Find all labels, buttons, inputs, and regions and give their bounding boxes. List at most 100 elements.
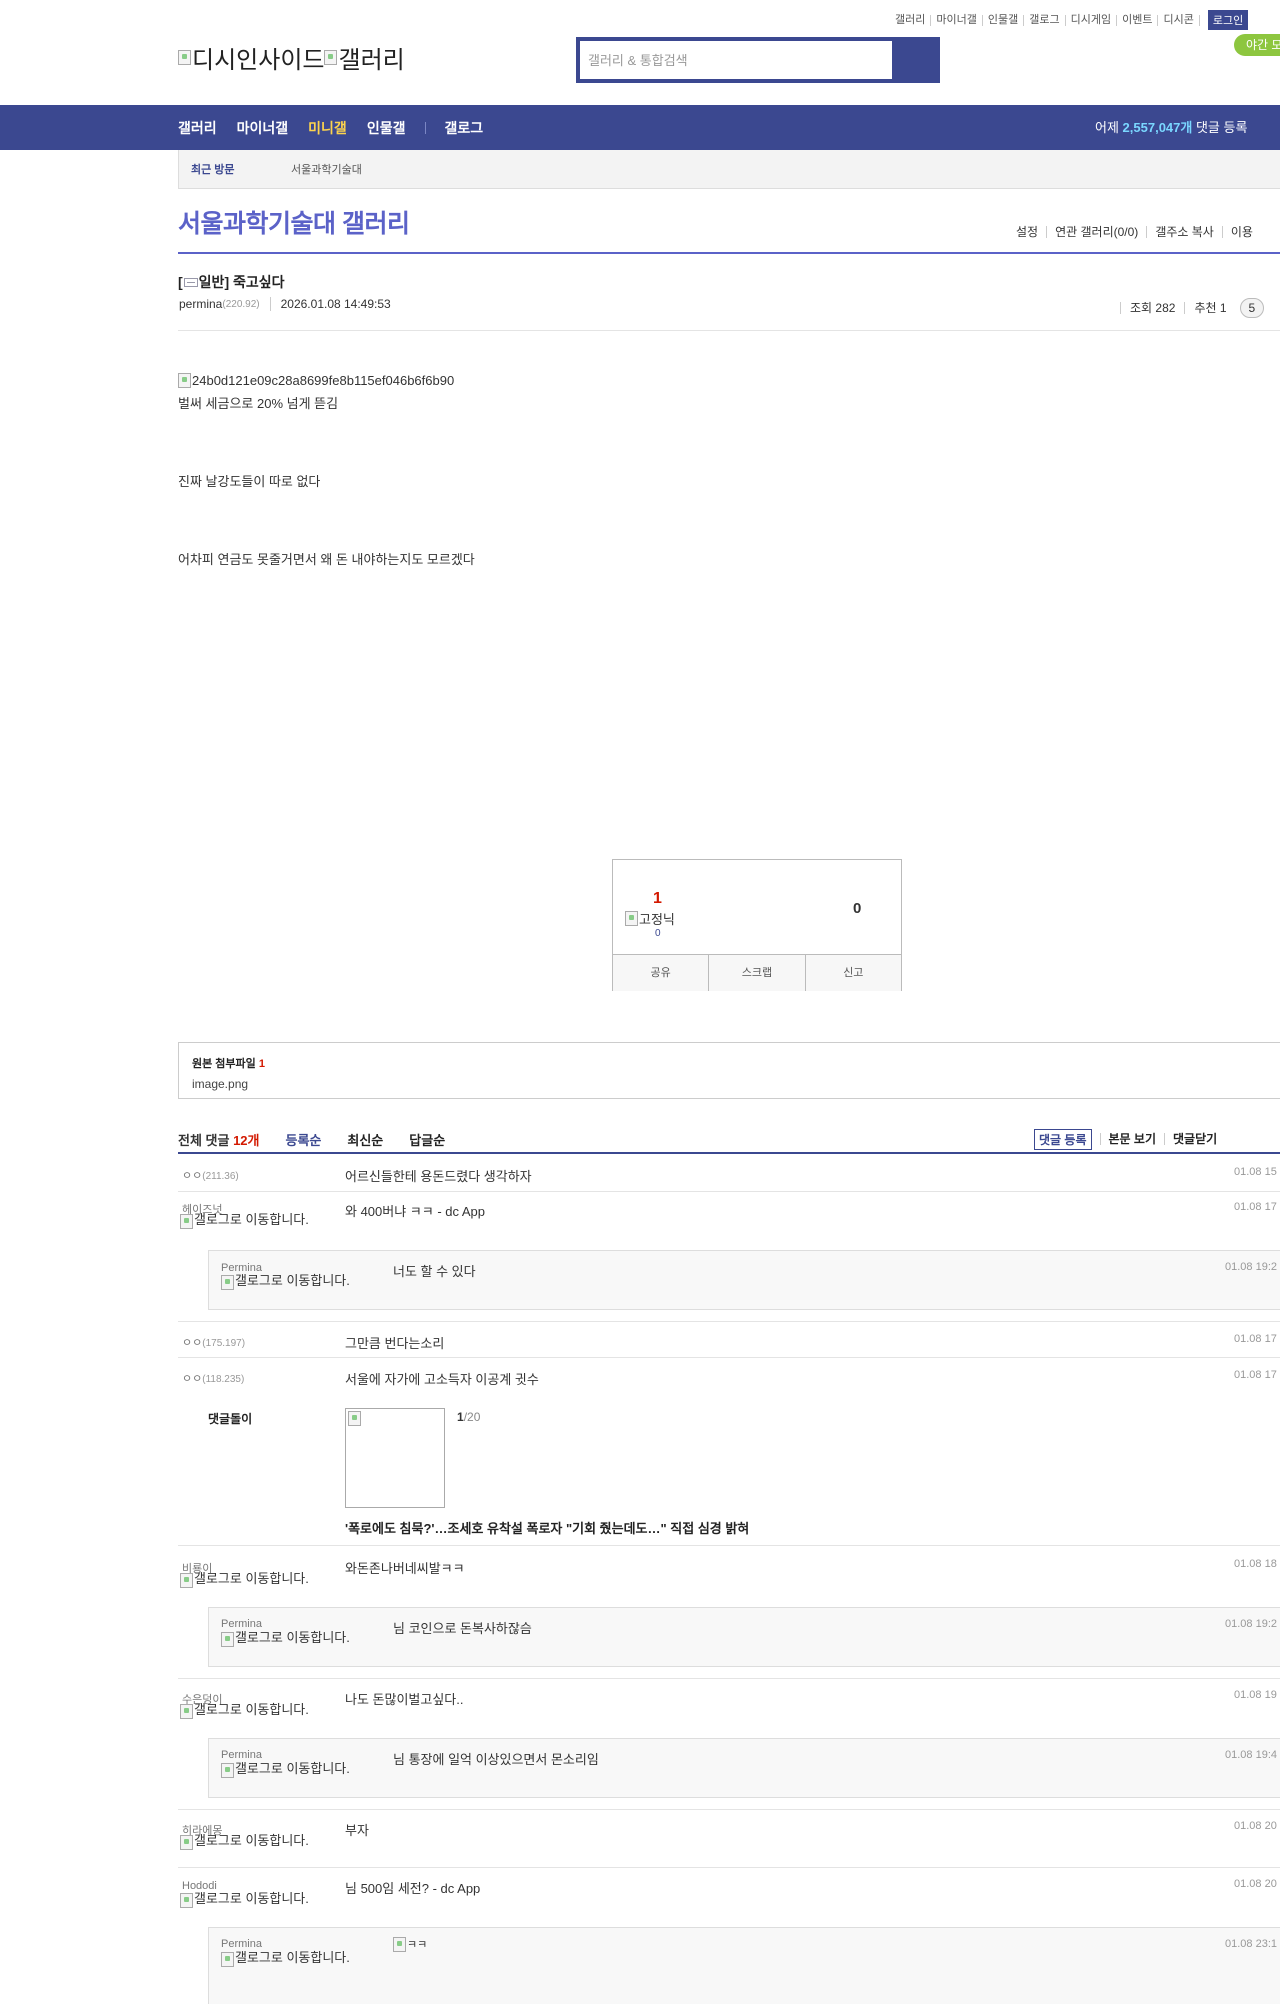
scrap-button[interactable]: 스크랩 (709, 955, 806, 991)
dat-dori-pager: 1/20 (457, 1410, 480, 1424)
gallog-link[interactable]: 갤로그로 이동합니다. (221, 1631, 351, 1647)
top-link-dccon[interactable]: 디시콘 (1158, 14, 1200, 26)
broken-image-icon (180, 1893, 193, 1908)
reply-date: 01.08 23:1 (1225, 1938, 1277, 1950)
site-logo[interactable]: 디시인사이드 갤러리 (178, 40, 405, 75)
top-link-person[interactable]: 인물갤 (983, 14, 1025, 26)
comment-ip: (175.197) (202, 1338, 246, 1349)
comment-item: ㅇㅇ(211.36) 어르신들한테 용돈드렸다 생각하자 01.08 15 (178, 1156, 1280, 1192)
comment-nick-name: ㅇㅇ (182, 1373, 203, 1385)
gallog-link[interactable]: 갤로그로 이동합니다. (180, 1212, 310, 1229)
stat-value: 2,557,047개 (1122, 120, 1193, 135)
gallog-alt: 갤로그로 이동합니다. (235, 1950, 350, 1965)
reply-date: 01.08 19:2 (1225, 1618, 1277, 1630)
usage-link[interactable]: 이용 (1221, 226, 1261, 238)
broken-image-icon (221, 1952, 234, 1967)
broken-image-icon (180, 1214, 193, 1229)
fixed-nick-count: 0 (655, 928, 661, 939)
night-mode-button[interactable]: 야간 모드 (1234, 34, 1280, 56)
attachment-file[interactable]: image.png (192, 1077, 1280, 1091)
top-link-game[interactable]: 디시게임 (1066, 14, 1118, 26)
recent-visit-label[interactable]: 최근 방문 (191, 161, 291, 177)
close-comments-link[interactable]: 댓글닫기 (1164, 1133, 1225, 1145)
gallery-title[interactable]: 서울과학기술대 갤러리 (178, 204, 410, 240)
gallog-link[interactable]: 갤로그로 이동합니다. (180, 1892, 310, 1908)
comment-nick[interactable]: ㅇㅇ(175.197) (182, 1334, 245, 1350)
post-author[interactable]: permina (179, 297, 222, 311)
comment-item: ㅇㅇ(175.197) 그만큼 번다는소리 01.08 17 (178, 1322, 1280, 1358)
nav-mini-gallery[interactable]: 미니갤 (308, 118, 347, 138)
gallog-alt: 갤로그로 이동합니다. (194, 1212, 309, 1227)
logo-alt-dcinside: 디시인사이드 (192, 47, 325, 74)
gallog-alt: 갤로그로 이동합니다. (235, 1273, 350, 1288)
gallog-link[interactable]: 갤로그로 이동합니다. (180, 1833, 310, 1850)
post-views: 조회 282 (1120, 302, 1184, 314)
dat-dori-thumbnail[interactable] (345, 1408, 445, 1508)
broken-image-icon (221, 1632, 234, 1647)
broken-image-icon (393, 1936, 406, 1952)
top-link-gallog[interactable]: 갤로그 (1024, 14, 1066, 26)
comment-item: ㅇㅇ(118.235) 서울에 자가에 고소득자 이공계 귓수 01.08 17 (178, 1358, 1280, 1396)
post-divider (178, 330, 1280, 331)
gallog-link[interactable]: 갤로그로 이동합니다. (221, 1762, 351, 1778)
comment-register-button[interactable]: 댓글 등록 (1034, 1128, 1092, 1150)
post-comment-count[interactable]: 5 (1239, 298, 1265, 318)
gallog-link[interactable]: 갤로그로 이동합니다. (221, 1950, 351, 1967)
main-nav: 갤러리 마이너갤 미니갤 인물갤 갤로그 어제 2,557,047개 댓글 등록 (0, 105, 1280, 150)
recommend-box: 1 고정닉 0 0 공유 스크랩 신고 (612, 859, 902, 991)
reply-nick[interactable]: Permina (221, 1938, 262, 1950)
broken-image-icon (180, 1704, 193, 1719)
fixed-nick-upvote[interactable]: 고정닉 (625, 909, 675, 928)
settings-link[interactable]: 설정 (1008, 226, 1046, 238)
recent-visit-item[interactable]: 서울과학기술대 (291, 161, 362, 177)
top-link-event[interactable]: 이벤트 (1117, 14, 1159, 26)
view-body-link[interactable]: 본문 보기 (1099, 1133, 1165, 1145)
comment-text: 님 500임 세전? - dc App (345, 1881, 481, 1896)
login-button[interactable]: 로그인 (1207, 10, 1249, 30)
gallog-alt: 갤로그로 이동합니다. (194, 1702, 309, 1717)
sort-by-replies[interactable]: 답글순 (409, 1130, 445, 1149)
gallog-alt: 갤로그로 이동합니다. (194, 1833, 309, 1848)
comment-date: 01.08 20 (1234, 1878, 1277, 1890)
nav-minor-gallery[interactable]: 마이너갤 (237, 118, 289, 138)
sort-by-registered[interactable]: 등록순 (286, 1130, 322, 1149)
gallog-link[interactable]: 갤로그로 이동합니다. (180, 1702, 310, 1719)
downvote-count[interactable]: 0 (853, 900, 861, 917)
broken-image-icon (180, 1835, 193, 1850)
title-bracket-open: [ (178, 274, 183, 290)
comment-text: 와돈존나버네씨발ㅋㅋ (345, 1561, 465, 1576)
upvote-count[interactable]: 1 (653, 890, 662, 908)
nav-gallog[interactable]: 갤로그 (444, 118, 483, 138)
gallog-link[interactable]: 갤로그로 이동합니다. (221, 1273, 351, 1290)
related-gallery-link[interactable]: 연관 갤러리(0/0) (1046, 226, 1146, 238)
copy-address-link[interactable]: 갤주소 복사 (1146, 226, 1222, 238)
nav-divider (425, 121, 427, 134)
report-button[interactable]: 신고 (806, 955, 901, 991)
comment-text: 서울에 자가에 고소득자 이공계 귓수 (345, 1372, 539, 1387)
search-input[interactable] (580, 41, 892, 79)
reply-nick[interactable]: Permina (221, 1749, 262, 1761)
comment-stat: 어제 2,557,047개 댓글 등록 (1095, 105, 1247, 150)
attachment-title: 원본 첨부파일 1 (192, 1055, 1280, 1071)
comment-nick-name: ㅇㅇ (182, 1170, 203, 1182)
top-link-minor[interactable]: 마이너갤 (931, 14, 983, 26)
dat-dori-headline[interactable]: '폭로에도 침묵?'…조세호 유착설 폭로자 "기회 줬는데도…" 직접 심경 … (345, 1518, 749, 1537)
sort-by-latest[interactable]: 최신순 (347, 1130, 383, 1149)
comment-item: 히라에몽 갤로그로 이동합니다. 부자 01.08 20 (178, 1810, 1280, 1868)
attachment-box: 원본 첨부파일 1 image.png (178, 1042, 1280, 1099)
gallog-link[interactable]: 갤로그로 이동합니다. (180, 1572, 310, 1588)
search-button[interactable] (892, 41, 936, 79)
comment-nick[interactable]: ㅇㅇ(118.235) (182, 1370, 244, 1386)
comment-nick[interactable]: ㅇㅇ(211.36) (182, 1167, 239, 1183)
nav-person-gallery[interactable]: 인물갤 (367, 118, 406, 138)
top-link-gallery[interactable]: 갤러리 (890, 14, 932, 26)
share-button[interactable]: 공유 (613, 955, 710, 991)
post-author-ip: (220.92) (222, 298, 260, 310)
post-paragraph: 진짜 날강도들이 따로 없다 (178, 474, 321, 489)
nav-gallery[interactable]: 갤러리 (178, 118, 217, 138)
comment-date: 01.08 20 (1234, 1820, 1277, 1832)
comment-date: 01.08 18 (1234, 1558, 1277, 1570)
post-image: 24b0d121e09c28a8699fe8b115ef046b6f6b90 (178, 373, 454, 388)
comment-text: 그만큼 번다는소리 (345, 1336, 445, 1351)
reply-nick[interactable]: Permina (221, 1618, 262, 1630)
